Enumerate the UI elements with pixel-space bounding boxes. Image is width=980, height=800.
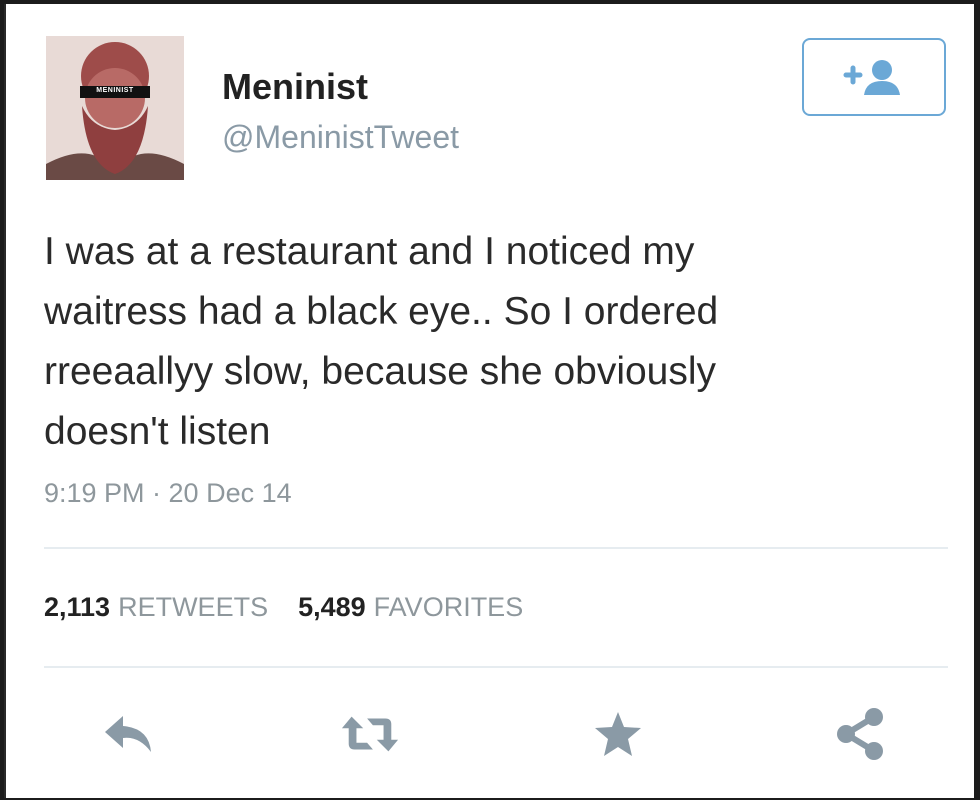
star-icon <box>595 712 641 756</box>
author-handle[interactable]: @MeninistTweet <box>222 119 459 156</box>
avatar-image <box>46 36 184 180</box>
follow-person-plus-icon <box>843 60 900 95</box>
retweet-button[interactable] <box>340 704 400 764</box>
retweets-label[interactable]: RETWEETS <box>118 592 268 623</box>
favorites-label[interactable]: FAVORITES <box>374 592 524 623</box>
tweet-card: MENINIST Meninist @MeninistTweet I was a… <box>4 4 974 798</box>
reply-button[interactable] <box>98 704 158 764</box>
share-icon <box>837 708 883 760</box>
reply-icon <box>105 716 151 752</box>
avatar[interactable]: MENINIST <box>46 36 184 180</box>
divider <box>44 547 948 549</box>
tweet-stats: 2,113 RETWEETS 5,489 FAVORITES <box>44 592 553 623</box>
retweet-icon <box>341 716 399 752</box>
divider <box>44 666 948 668</box>
retweets-count[interactable]: 2,113 <box>44 592 110 623</box>
favorites-count[interactable]: 5,489 <box>298 592 366 623</box>
tweet-text: I was at a restaurant and I noticed my w… <box>44 230 719 453</box>
share-button[interactable] <box>830 704 890 764</box>
tweet-timestamp[interactable]: 9:19 PM · 20 Dec 14 <box>44 478 292 509</box>
favorite-button[interactable] <box>588 704 648 764</box>
avatar-label: MENINIST <box>96 87 134 94</box>
author-name[interactable]: Meninist <box>222 66 368 108</box>
follow-button[interactable] <box>802 38 946 116</box>
